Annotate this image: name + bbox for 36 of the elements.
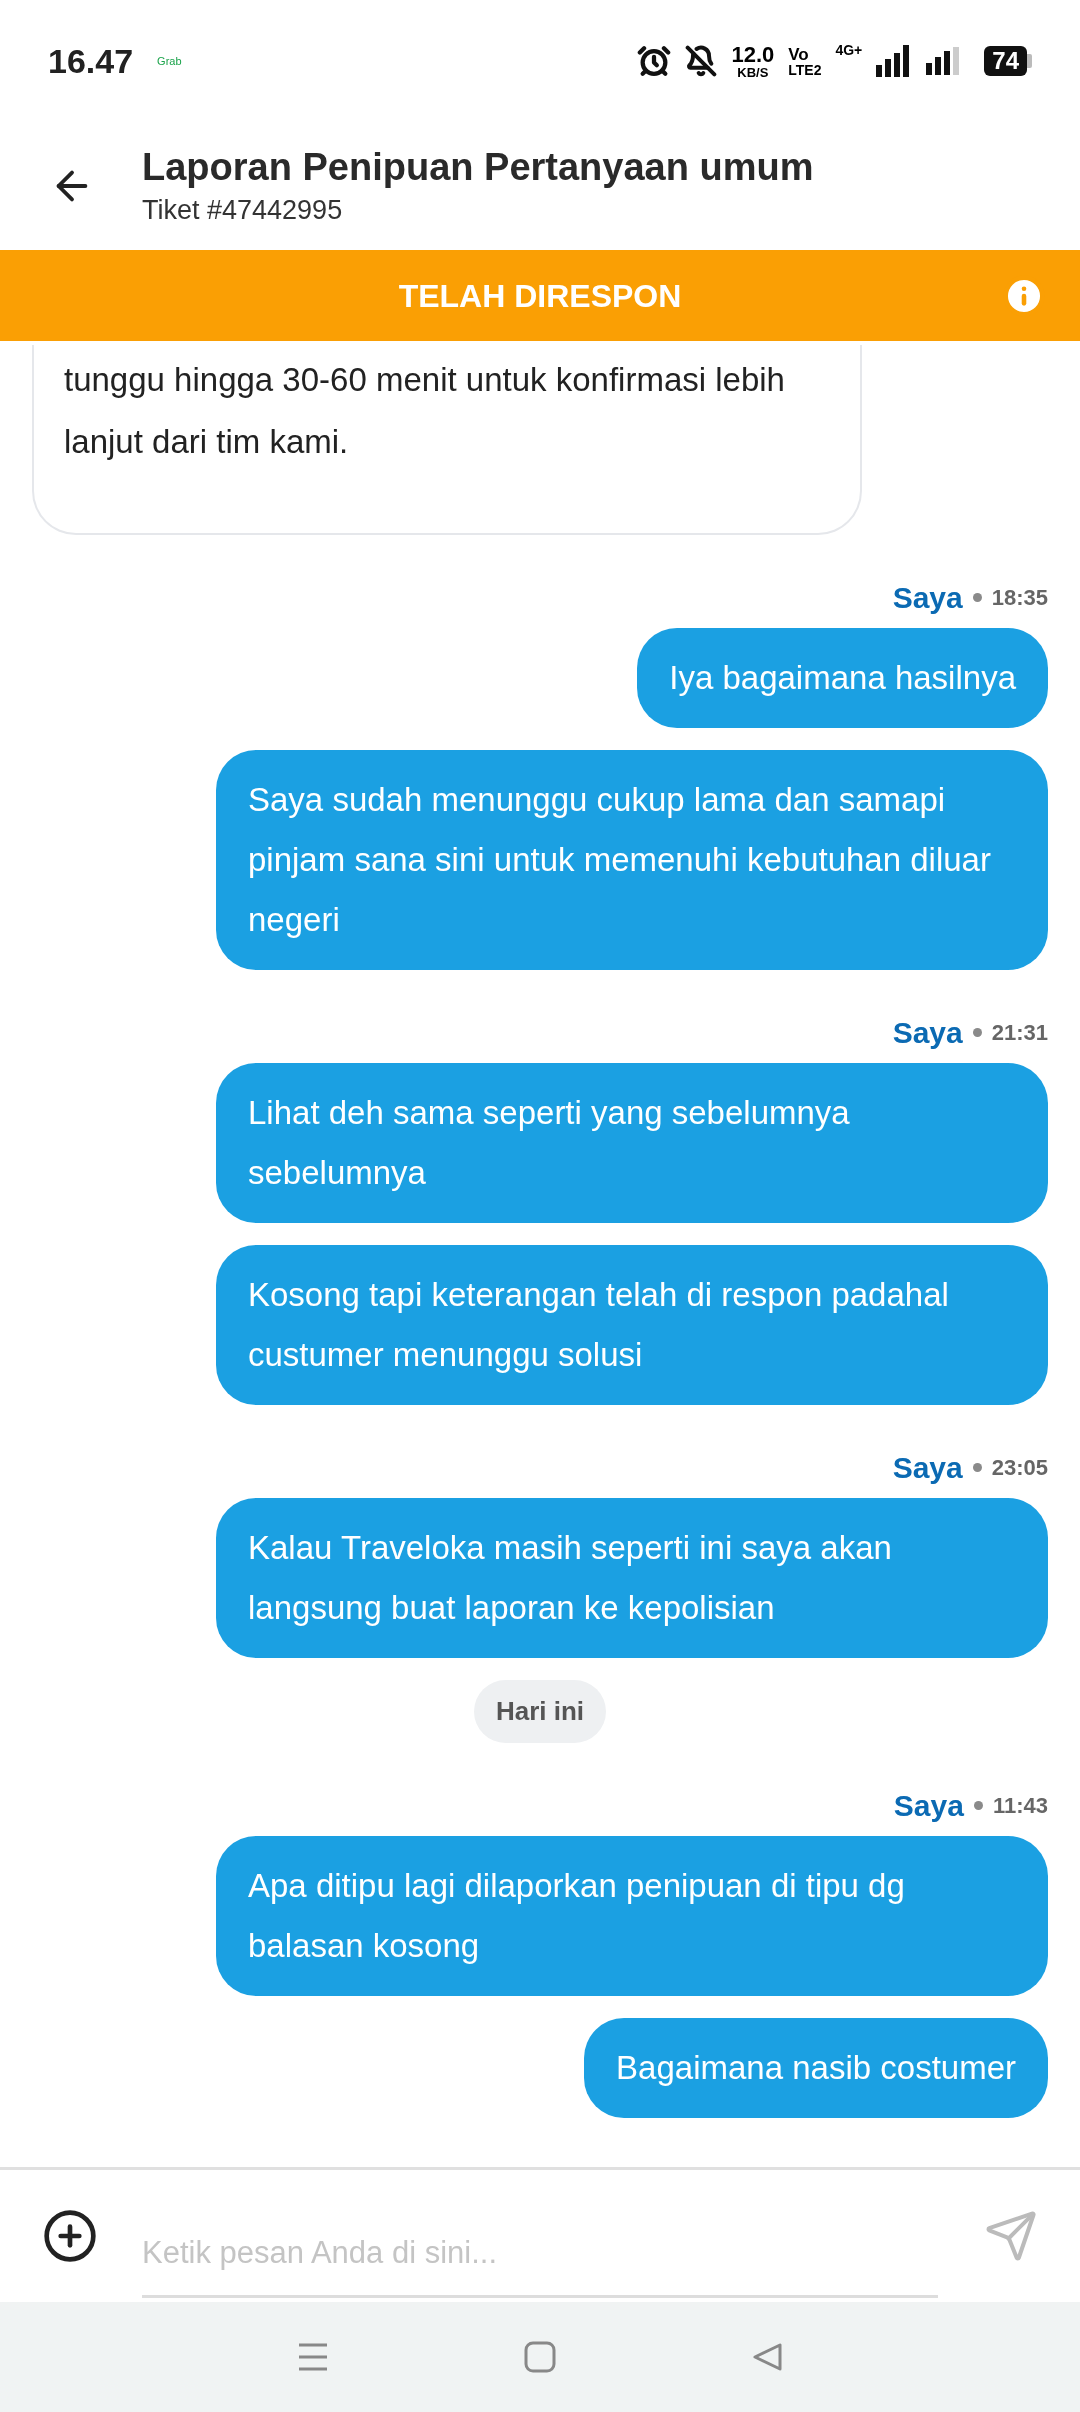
- sender-name: Saya: [892, 1450, 963, 1486]
- alarm-icon: [637, 44, 672, 78]
- menu-icon[interactable]: [297, 2341, 330, 2373]
- message-input-field[interactable]: Ketik pesan Anda di sini...: [142, 2210, 938, 2298]
- status-label: TELAH DIRESPON: [398, 276, 682, 316]
- chat-title: Laporan Penipuan Pertanyaan umum: [142, 145, 814, 190]
- speed-value: 12.0: [731, 43, 775, 66]
- message-bubble: Bagaimana nasib costumer: [584, 2018, 1048, 2118]
- message-bubble: Iya bagaimana hasilnya: [637, 628, 1048, 728]
- send-icon[interactable]: [984, 2209, 1038, 2263]
- notification-label: Grab: [157, 53, 182, 69]
- message-bubble: Kalau Traveloka masih seperti ini saya akan langsung buat laporan ke kepolisian: [216, 1498, 1048, 1658]
- battery-indicator: 74: [984, 46, 1032, 76]
- network-label: 4G+: [835, 40, 863, 60]
- message-time: 21:31: [991, 1019, 1048, 1047]
- message-bubble: Saya sudah menunggu cukup lama dan samapi pinjam sana sini untuk memenuhi kebutuhan diluar negeri: [216, 750, 1048, 970]
- add-button[interactable]: [42, 2208, 98, 2264]
- message-time: 18:35: [991, 584, 1048, 612]
- speed-unit: KB/S: [737, 65, 769, 79]
- message-bubble: Apa ditipu lagi dilaporkan penipuan di tipu dg balasan kosong: [216, 1836, 1048, 1996]
- sender-name: Saya: [893, 1788, 964, 1824]
- ticket-number: Tiket #47442995: [142, 194, 344, 227]
- status-time: 16.47: [48, 40, 134, 82]
- message-time: 11:43: [992, 1792, 1048, 1820]
- agent-message-bubble: tunggu hingga 30-60 menit untuk konfirmasi lebih lanjut dari tim kami.: [32, 345, 862, 535]
- message-bubble: Lihat deh sama seperti yang sebelumnya sebelumnya: [216, 1063, 1048, 1223]
- date-chip: Hari ini: [473, 1680, 607, 1743]
- message-bubble: Kosong tapi keterangan telah di respon padahal custumer menunggu solusi: [216, 1245, 1048, 1405]
- sender-name: Saya: [892, 580, 963, 616]
- bell-off-icon: [685, 45, 718, 77]
- message-time: 23:05: [991, 1454, 1048, 1482]
- plus-icon: [42, 2208, 98, 2264]
- volte-label: Vo: [788, 45, 809, 63]
- home-icon[interactable]: [524, 2341, 556, 2373]
- sender-name: Saya: [892, 1015, 963, 1051]
- volte-sub-label: LTE2: [788, 62, 822, 77]
